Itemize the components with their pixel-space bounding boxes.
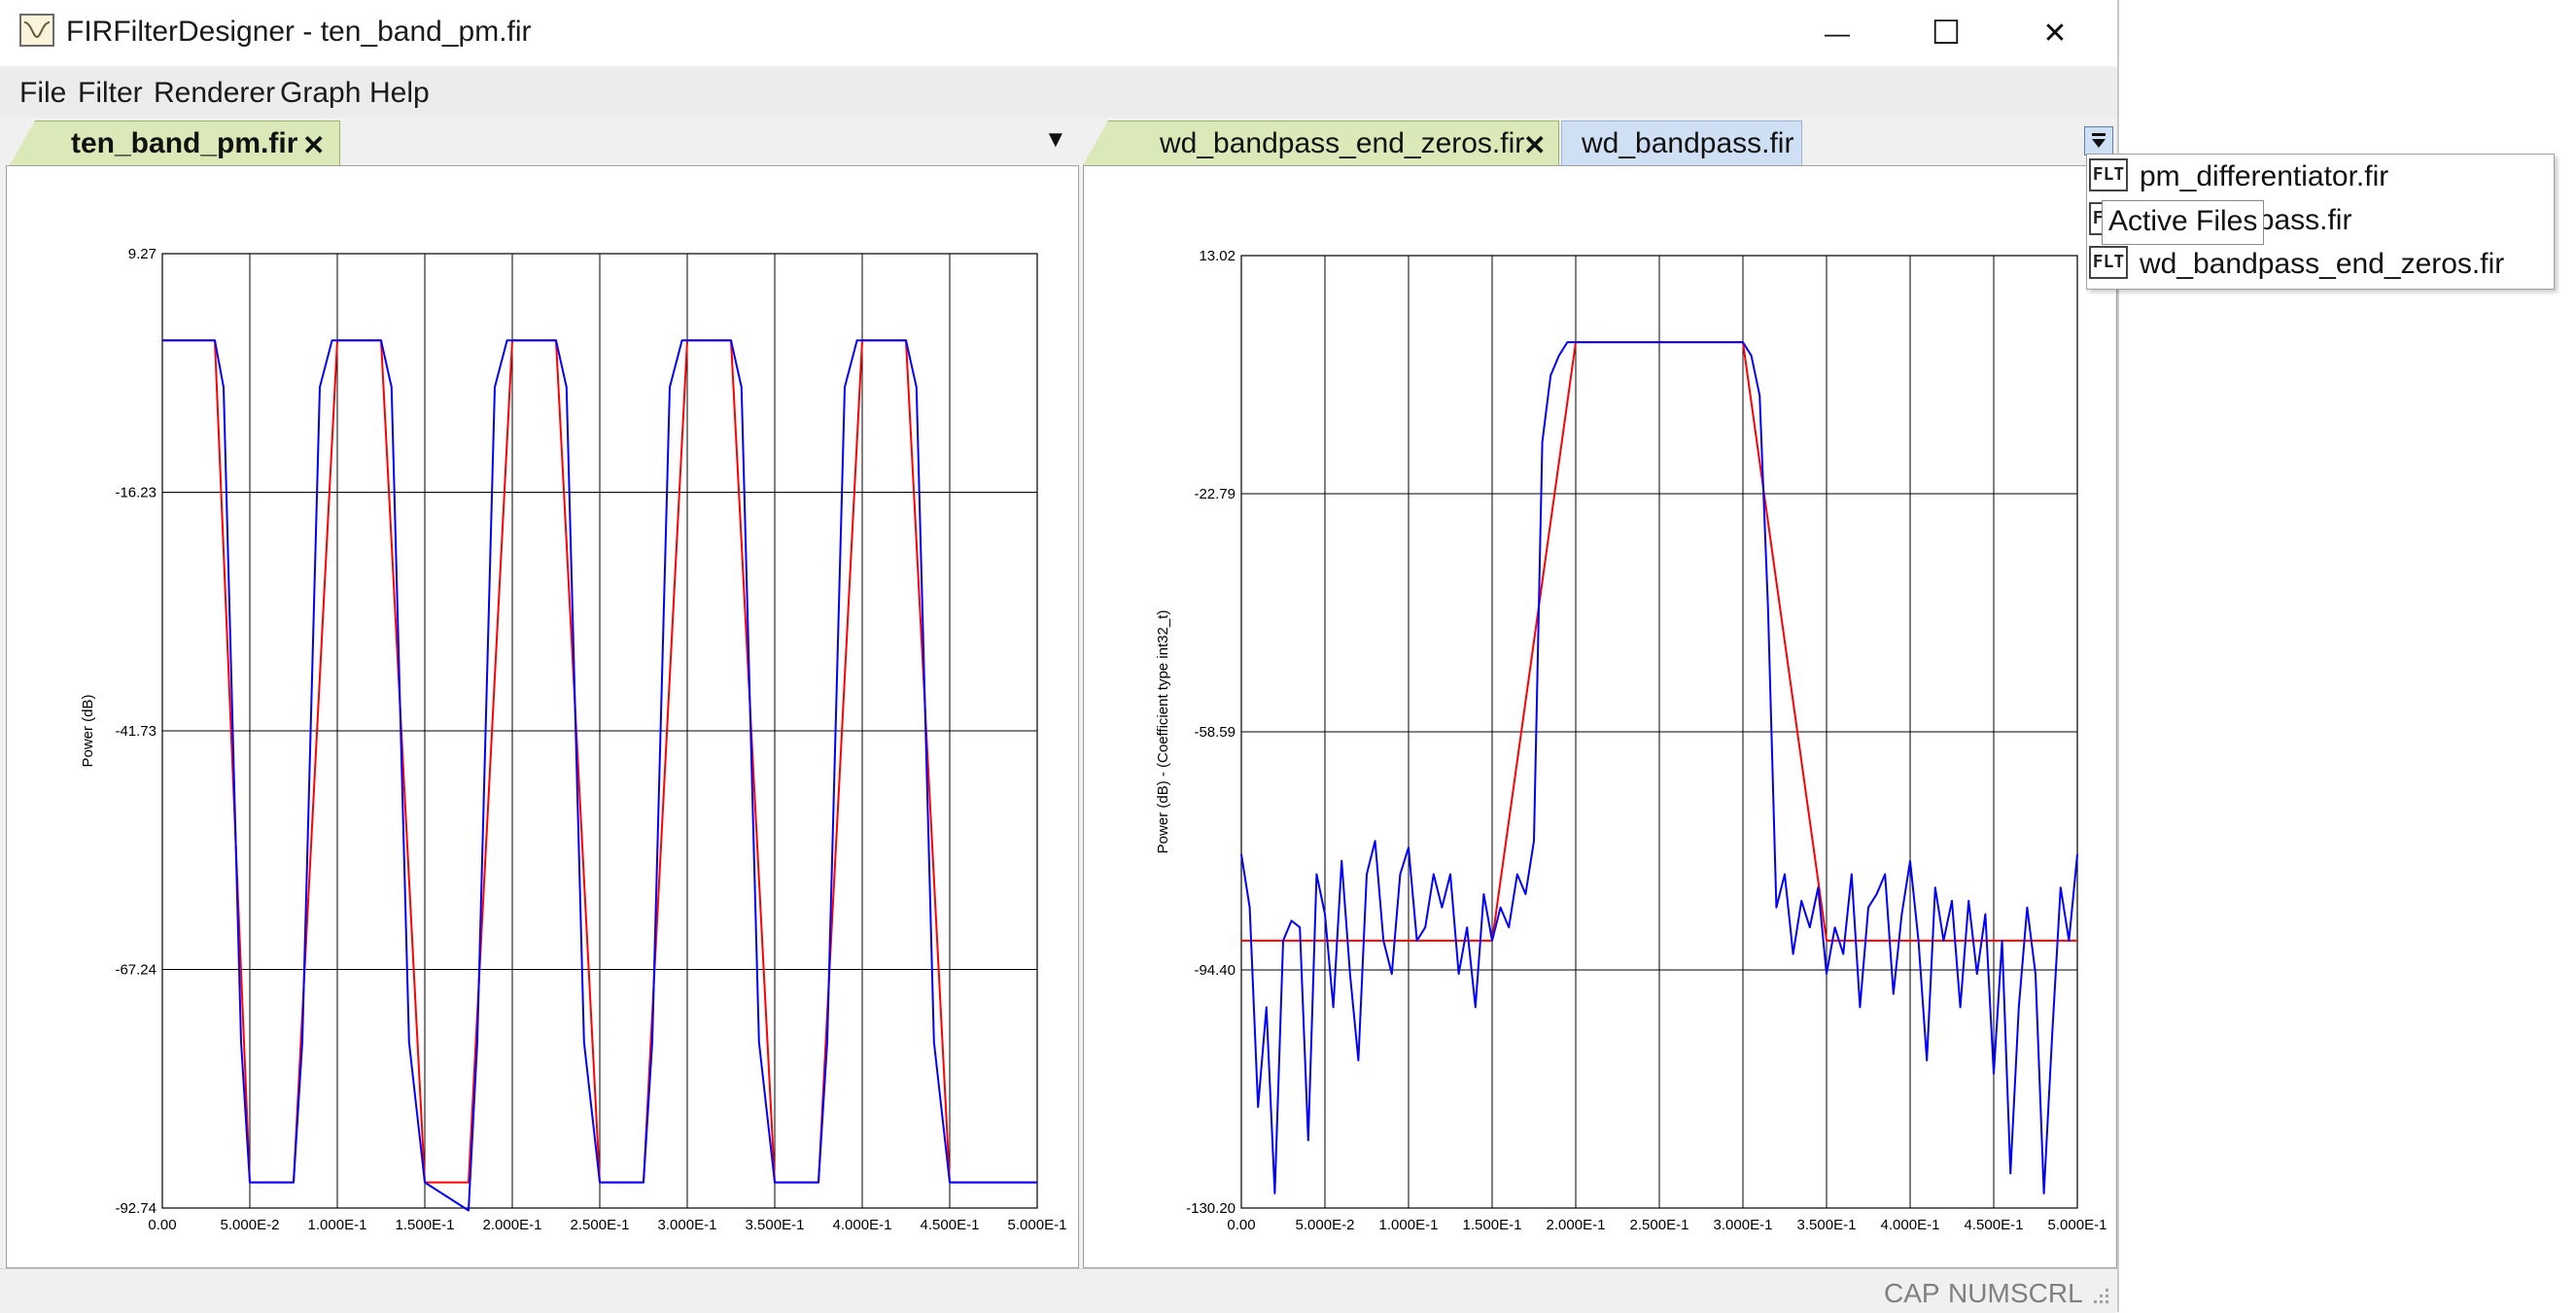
x-tick-label: 3.000E-1 [1714,1217,1773,1233]
x-tick-label: 0.00 [1227,1217,1255,1233]
tab-wd-bandpass[interactable]: wd_bandpass.fir [1561,121,1802,165]
y-tick-label: 9.27 [128,246,157,262]
y-tick-label: -58.59 [1194,724,1236,741]
scroll-lock-indicator: SCRL [2010,1278,2083,1308]
x-tick-label: 4.000E-1 [1881,1217,1940,1233]
left-frequency-response-chart: 0.00 5.000E-2 1.000E-1 1.500E-1 2.000E-1 2.50… [80,246,1067,1233]
x-tick-label: 1.000E-1 [308,1217,367,1233]
x-tick-label: 2.500E-1 [1630,1217,1689,1233]
num-lock-indicator: NUM [1948,1278,2010,1308]
y-tick-label: -130.20 [1186,1200,1236,1217]
close-window-button[interactable]: ✕ [2001,0,2109,66]
x-tick-label: 2.000E-1 [1547,1217,1606,1233]
left-graph-area[interactable]: 0.00 5.000E-2 1.000E-1 1.500E-1 2.000E-1 2.50… [6,165,1079,1268]
filter-file-icon: FLT [2089,158,2128,191]
menu-renderer[interactable]: Renderer [154,77,275,110]
right-graph-area[interactable]: 0.00 5.000E-2 1.000E-1 1.500E-1 2.000E-1 2.50… [1083,165,2117,1268]
menu-file[interactable]: File [19,77,66,110]
app-window: FIRFilterDesigner - ten_band_pm.fir — ☐ … [0,0,2119,1313]
x-tick-label: 3.500E-1 [1797,1217,1857,1233]
tab-wd-bandpass-end-zeros[interactable]: wd_bandpass_end_zeros.fir ✕ [1083,121,1559,165]
x-tick-label: 5.000E-1 [2048,1217,2107,1233]
tab-close-icon[interactable]: ✕ [1523,129,1546,161]
x-tick-label: 1.000E-1 [1379,1217,1439,1233]
tab-label: wd_bandpass_end_zeros.fir [1160,126,1525,159]
maximize-icon: ☐ [1931,15,1962,52]
resize-grip-icon[interactable] [2090,1285,2111,1306]
x-tick-label: 2.500E-1 [571,1217,630,1233]
x-tick-label: 2.000E-1 [483,1217,542,1233]
x-tick-label: 1.500E-1 [396,1217,455,1233]
y-axis-label: Power (dB) [80,694,96,767]
left-pane: ten_band_pm.fir ✕ ▼ 0.00 5.000E-2 1.000E-1… [6,117,1079,1268]
tab-ten-band-pm[interactable]: ten_band_pm.fir ✕ [10,121,340,165]
menu-item-pm-differentiator[interactable]: FLT pm_differentiator.fir [2087,155,2554,197]
right-tabstrip: wd_bandpass_end_zeros.fir ✕ wd_bandpass.… [1083,117,2117,167]
x-tick-label: 3.000E-1 [658,1217,717,1233]
active-files-tooltip: Active Files [2102,200,2265,245]
x-tick-label: 0.00 [148,1217,176,1233]
tab-close-icon[interactable]: ✕ [302,129,325,161]
menu-bar: File Filter Renderer Graph Help [0,68,2117,117]
filter-file-icon: FLT [2089,246,2128,279]
x-tick-label: 5.000E-2 [221,1217,280,1233]
x-tick-label: 4.500E-1 [921,1217,980,1233]
y-tick-label: -92.74 [115,1200,157,1217]
app-icon [19,14,54,47]
y-axis-label: Power (dB) - (Coefficient type int32_t) [1155,610,1171,854]
window-title: FIRFilterDesigner - ten_band_pm.fir [66,16,532,48]
y-tick-label: -94.40 [1194,962,1236,979]
tab-label: ten_band_pm.fir [71,126,298,159]
y-tick-label: -16.23 [115,485,157,501]
x-tick-label: 4.500E-1 [1965,1217,2024,1233]
tab-list-dropdown-icon[interactable]: ▼ [1044,126,1067,154]
y-tick-label: 13.02 [1199,248,1236,264]
menu-graph[interactable]: Graph [280,77,361,110]
x-tick-label: 3.500E-1 [746,1217,805,1233]
menu-item-wd-bandpass-end-zeros[interactable]: FLT wd_bandpass_end_zeros.fir [2087,242,2554,285]
x-tick-label: 4.000E-1 [833,1217,892,1233]
y-tick-label: -41.73 [115,723,157,740]
caps-lock-indicator: CAP [1884,1278,1940,1308]
minimize-button[interactable]: — [1783,0,1892,66]
menu-item-label: pm_differentiator.fir [2140,160,2389,192]
maximize-button[interactable]: ☐ [1892,0,2001,66]
y-tick-label: -67.24 [115,962,157,979]
x-tick-label: 1.500E-1 [1463,1217,1522,1233]
tab-label: wd_bandpass.fir [1582,126,1794,159]
title-bar[interactable]: FIRFilterDesigner - ten_band_pm.fir — ☐ … [0,0,2117,66]
left-tabstrip: ten_band_pm.fir ✕ ▼ [6,117,1079,167]
right-pane: wd_bandpass_end_zeros.fir ✕ wd_bandpass.… [1083,117,2117,1268]
dropdown-list-icon [2092,133,2106,148]
status-bar: CAP NUM SCRL [0,1268,2117,1313]
menu-help[interactable]: Help [369,77,430,110]
menu-item-label: wd_bandpass_end_zeros.fir [2140,248,2505,280]
minimize-icon: — [1825,17,1850,48]
x-tick-label: 5.000E-1 [1008,1217,1067,1233]
right-frequency-response-chart: 0.00 5.000E-2 1.000E-1 1.500E-1 2.000E-1 2.50… [1155,248,2107,1233]
close-icon: ✕ [2042,17,2068,50]
x-tick-label: 5.000E-2 [1296,1217,1355,1233]
menu-filter[interactable]: Filter [78,77,143,110]
y-tick-label: -22.79 [1194,486,1236,502]
active-files-button[interactable] [2084,126,2113,155]
